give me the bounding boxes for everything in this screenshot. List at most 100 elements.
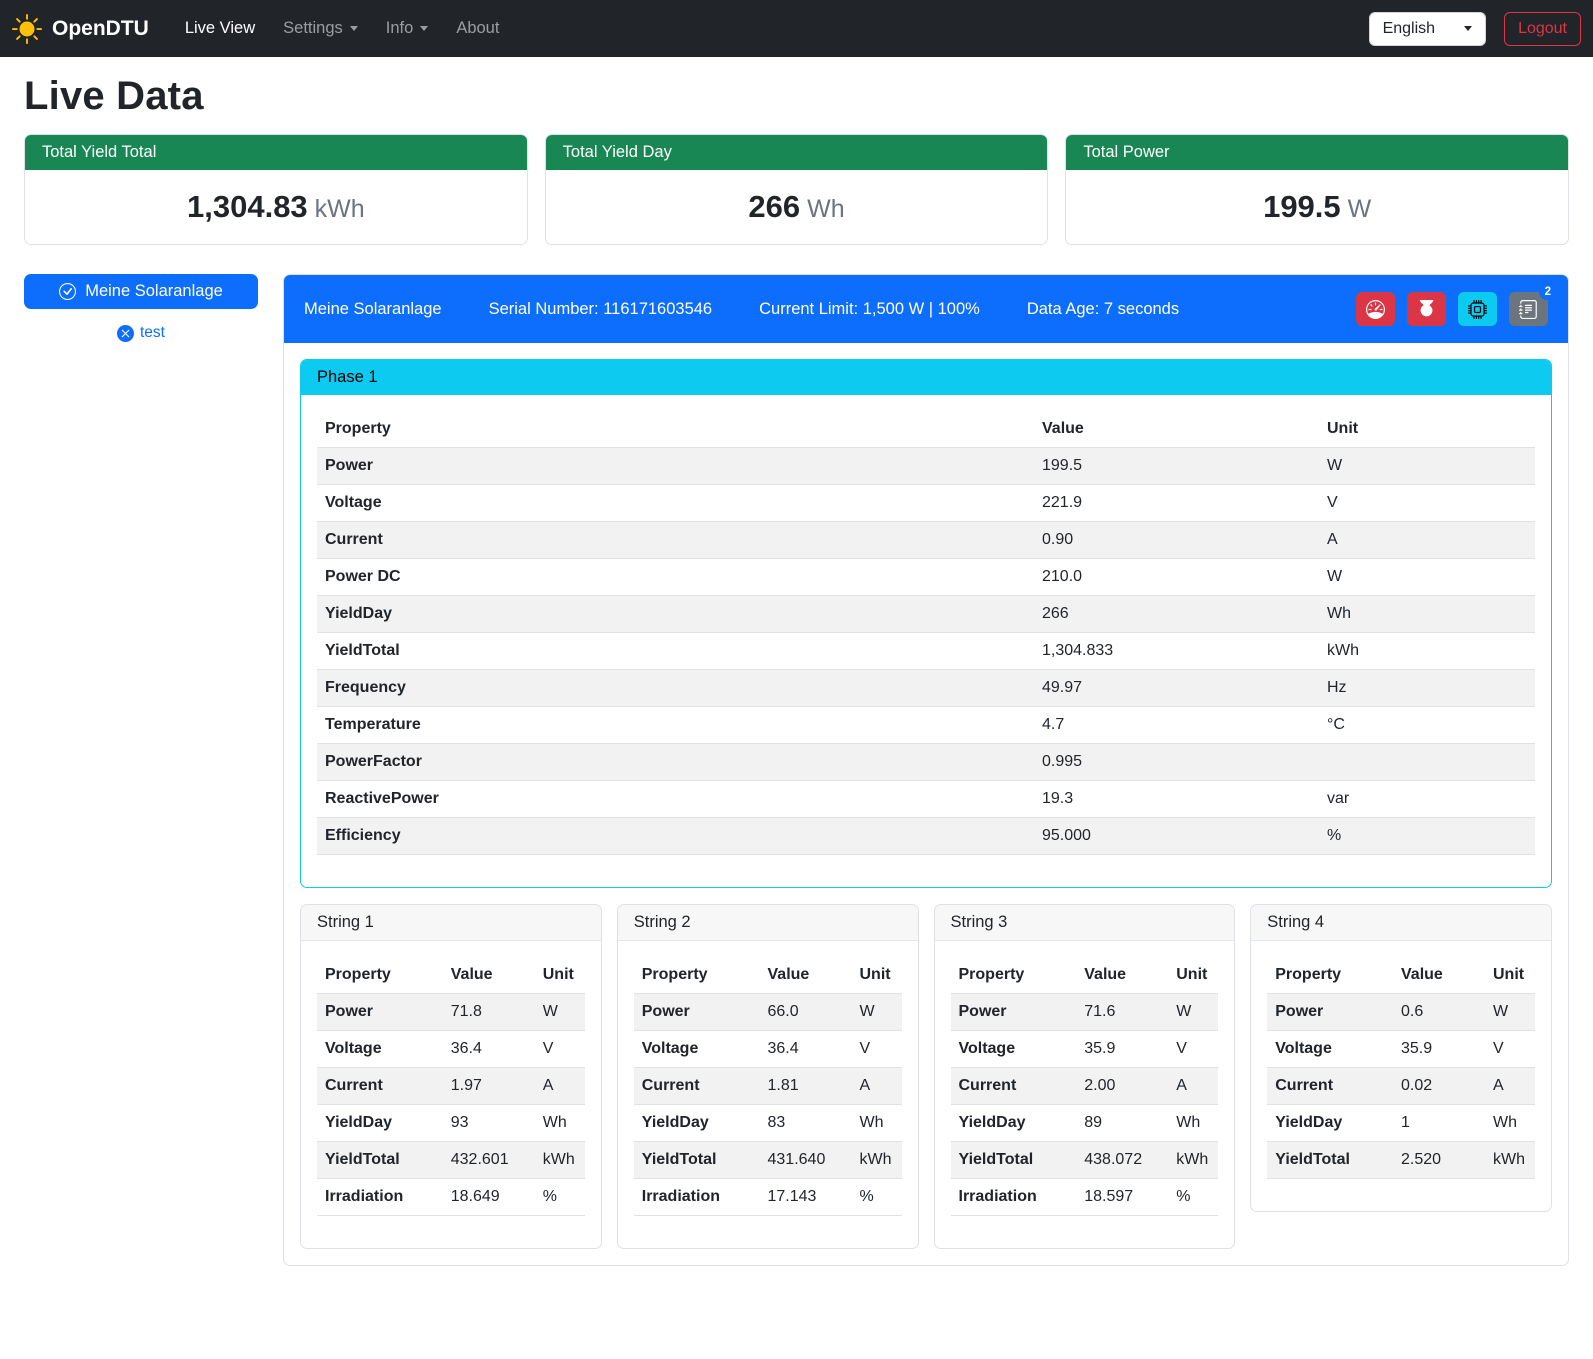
page-container: Live Data Total Yield Total 1,304.83kWh … xyxy=(0,74,1593,1290)
unit-cell: W xyxy=(852,994,902,1031)
chevron-down-icon xyxy=(420,26,428,31)
event-count-badge: 2 xyxy=(1539,284,1557,300)
value-cell: 1,304.833 xyxy=(1034,633,1319,670)
property-cell: Current xyxy=(317,1068,443,1105)
inverter-data-age: Data Age: 7 seconds xyxy=(1027,300,1179,319)
col-value: Value xyxy=(1076,957,1168,994)
card-value: 1,304.83 xyxy=(187,189,308,224)
value-cell: 93 xyxy=(443,1105,535,1142)
total-power-card: Total Power 199.5W xyxy=(1065,134,1569,245)
inverter-limit: Current Limit: 1,500 W | 100% xyxy=(759,300,980,319)
value-cell: 0.6 xyxy=(1393,994,1485,1031)
unit-cell: Wh xyxy=(1319,596,1535,633)
device-info-button[interactable] xyxy=(1458,292,1497,326)
inverter-select-button[interactable]: Meine Solaranlage xyxy=(24,274,258,309)
table-row: Current 1.81 A xyxy=(634,1068,902,1105)
property-cell: YieldDay xyxy=(317,596,1034,633)
table-row: Irradiation 18.597 % xyxy=(951,1179,1219,1216)
unit-cell: var xyxy=(1319,781,1535,818)
nav-item-about[interactable]: About xyxy=(442,11,513,46)
page-title: Live Data xyxy=(24,74,1569,119)
card-title: Total Yield Day xyxy=(546,135,1048,170)
value-cell: 35.9 xyxy=(1393,1031,1485,1068)
value-cell: 18.649 xyxy=(443,1179,535,1216)
property-cell: Power xyxy=(317,448,1034,485)
string-title: String 4 xyxy=(1251,905,1551,941)
string-title: String 1 xyxy=(301,905,601,941)
table-row: YieldTotal 432.601 kWh xyxy=(317,1142,585,1179)
property-cell: YieldDay xyxy=(951,1105,1077,1142)
col-property: Property xyxy=(634,957,760,994)
property-cell: Voltage xyxy=(1267,1031,1393,1068)
table-header-row: Property Value Unit xyxy=(317,957,585,994)
nav-item-settings[interactable]: Settings xyxy=(269,11,372,46)
brand-link[interactable]: OpenDTU xyxy=(12,14,149,44)
property-cell: YieldTotal xyxy=(317,1142,443,1179)
unit-cell: V xyxy=(852,1031,902,1068)
unit-cell xyxy=(1319,744,1535,781)
value-cell: 19.3 xyxy=(1034,781,1319,818)
unit-cell: % xyxy=(852,1179,902,1216)
unit-cell: kWh xyxy=(852,1142,902,1179)
table-row: YieldTotal 438.072 kWh xyxy=(951,1142,1219,1179)
strings-row: String 1 Property Value Unit xyxy=(300,904,1552,1249)
table-row: Power 0.6 W xyxy=(1267,994,1535,1031)
top-navbar: OpenDTU Live View Settings Info About En… xyxy=(0,0,1593,57)
col-value: Value xyxy=(443,957,535,994)
table-row: Frequency 49.97 Hz xyxy=(317,670,1535,707)
property-cell: Irradiation xyxy=(951,1179,1077,1216)
brand-label: OpenDTU xyxy=(52,17,149,41)
power-button[interactable] xyxy=(1407,292,1446,326)
event-log-button[interactable]: 2 xyxy=(1509,292,1548,326)
col-unit: Unit xyxy=(1485,957,1535,994)
string-2-card: String 2 Property Value Unit xyxy=(617,904,919,1249)
string-3-table: Property Value Unit Power xyxy=(951,957,1219,1216)
chevron-down-icon xyxy=(1464,26,1472,31)
unit-cell: kWh xyxy=(535,1142,585,1179)
string-4-card: String 4 Property Value Unit xyxy=(1250,904,1552,1212)
value-cell: 35.9 xyxy=(1076,1031,1168,1068)
unit-cell: W xyxy=(1485,994,1535,1031)
table-row: YieldTotal 2.520 kWh xyxy=(1267,1142,1535,1179)
property-cell: Temperature xyxy=(317,707,1034,744)
table-row: YieldDay 266 Wh xyxy=(317,596,1535,633)
property-cell: Efficiency xyxy=(317,818,1034,855)
nav-item-info[interactable]: Info xyxy=(372,11,443,46)
unit-cell: Wh xyxy=(535,1105,585,1142)
unit-cell: % xyxy=(535,1179,585,1216)
card-unit: Wh xyxy=(807,195,845,223)
table-row: ReactivePower 19.3 var xyxy=(317,781,1535,818)
unit-cell: W xyxy=(535,994,585,1031)
property-cell: Voltage xyxy=(317,1031,443,1068)
col-unit: Unit xyxy=(535,957,585,994)
col-property: Property xyxy=(317,957,443,994)
unit-cell: Wh xyxy=(1485,1105,1535,1142)
nav-item-live-view[interactable]: Live View xyxy=(171,11,269,46)
value-cell: 49.97 xyxy=(1034,670,1319,707)
phase-1-card: Phase 1 Property Value Unit xyxy=(300,359,1552,888)
property-cell: Voltage xyxy=(634,1031,760,1068)
table-row: Voltage 36.4 V xyxy=(634,1031,902,1068)
logout-button[interactable]: Logout xyxy=(1504,12,1581,46)
inverter-selector-column: Meine Solaranlage test xyxy=(24,274,258,342)
col-value: Value xyxy=(1034,411,1319,448)
property-cell: Current xyxy=(951,1068,1077,1105)
table-row: Voltage 221.9 V xyxy=(317,485,1535,522)
inverter-select-test[interactable]: test xyxy=(24,324,258,342)
col-property: Property xyxy=(317,411,1034,448)
table-row: YieldDay 93 Wh xyxy=(317,1105,585,1142)
table-header-row: Property Value Unit xyxy=(951,957,1219,994)
property-cell: Irradiation xyxy=(317,1179,443,1216)
nav-links: Live View Settings Info About xyxy=(171,11,514,46)
table-row: Temperature 4.7 °C xyxy=(317,707,1535,744)
value-cell: 83 xyxy=(760,1105,852,1142)
unit-cell: W xyxy=(1168,994,1218,1031)
unit-cell: °C xyxy=(1319,707,1535,744)
table-row: Power DC 210.0 W xyxy=(317,559,1535,596)
limit-settings-button[interactable] xyxy=(1356,292,1395,326)
unit-cell: A xyxy=(852,1068,902,1105)
inverter-name: Meine Solaranlage xyxy=(304,300,442,319)
language-select[interactable]: English xyxy=(1369,12,1486,46)
value-cell: 36.4 xyxy=(443,1031,535,1068)
property-cell: Irradiation xyxy=(634,1179,760,1216)
